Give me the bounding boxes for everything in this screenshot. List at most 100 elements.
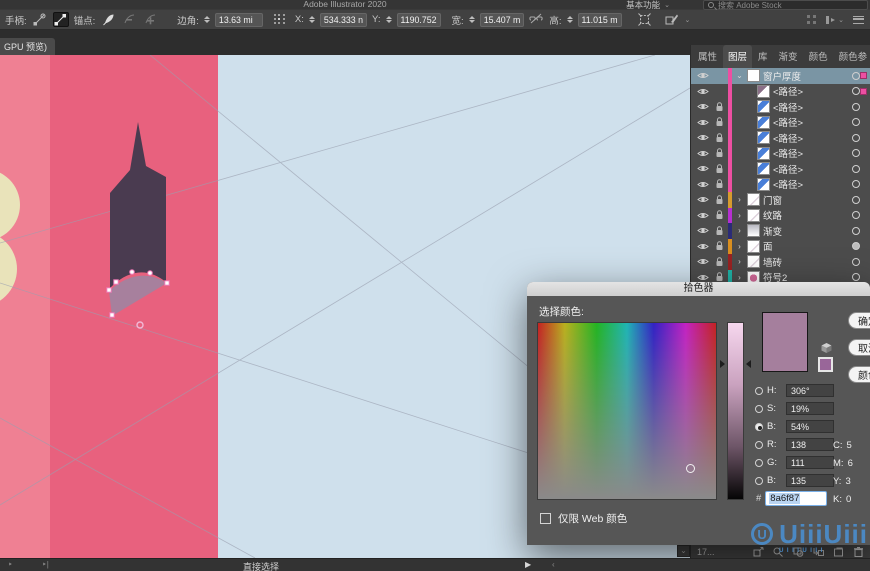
color-field[interactable] [537, 322, 717, 500]
layer-name[interactable]: <路径> [773, 162, 849, 176]
visibility-toggle[interactable] [696, 118, 710, 127]
layer-thumbnail[interactable] [757, 146, 770, 160]
layer-row[interactable]: <路径> [691, 114, 870, 130]
expand-chevron-icon[interactable]: › [735, 257, 744, 266]
visibility-toggle[interactable] [696, 149, 710, 158]
layer-row[interactable]: <路径> [691, 130, 870, 146]
visibility-toggle[interactable] [696, 257, 710, 266]
expand-chevron-icon[interactable]: › [735, 195, 744, 204]
layer-row[interactable]: › 面 [691, 238, 870, 254]
expand-chevron-icon[interactable]: › [735, 226, 744, 235]
visibility-toggle[interactable] [696, 102, 710, 111]
add-anchor-button[interactable] [142, 12, 158, 27]
tab-gradient[interactable]: 渐变 [774, 45, 803, 68]
blue-input[interactable]: 135 [786, 474, 834, 487]
lock-toggle[interactable] [713, 102, 725, 112]
layer-thumbnail[interactable] [747, 208, 760, 222]
layer-row[interactable]: <路径> [691, 83, 870, 99]
play-icon[interactable]: ▶ [525, 560, 531, 569]
layer-name[interactable]: <路径> [773, 115, 849, 129]
chevron-down-icon[interactable]: ⌄ [685, 16, 691, 24]
red-radio[interactable] [755, 440, 763, 449]
layer-name[interactable]: 渐变 [763, 224, 849, 238]
corner-stepper[interactable] [203, 16, 210, 23]
arrange-grid-icon[interactable] [807, 15, 816, 24]
layer-selection-indicator[interactable] [860, 72, 867, 80]
y-input[interactable]: 1190.752 [396, 12, 441, 27]
layer-row[interactable]: <路径> [691, 176, 870, 192]
saturation-input[interactable]: 19% [786, 402, 834, 415]
layer-row[interactable]: <路径> [691, 161, 870, 177]
layer-target-icon[interactable] [852, 118, 860, 127]
layer-row[interactable]: <路径> [691, 145, 870, 161]
chevron-left-icon[interactable]: ‹ [552, 560, 555, 569]
lock-toggle[interactable] [713, 257, 725, 267]
expand-chevron-icon[interactable]: › [735, 273, 744, 282]
y-stepper[interactable] [385, 16, 392, 23]
convert-anchor-button[interactable] [100, 12, 116, 27]
ok-button[interactable]: 确定 [848, 312, 870, 329]
x-input[interactable]: 534.333 n [319, 12, 368, 27]
visibility-toggle[interactable] [696, 195, 710, 204]
visibility-toggle[interactable] [696, 71, 710, 80]
layer-target-icon[interactable] [852, 180, 860, 189]
layer-name[interactable]: <路径> [773, 146, 849, 160]
lock-toggle[interactable] [713, 179, 725, 189]
layer-row[interactable]: › 门窗 [691, 192, 870, 208]
lock-toggle[interactable] [713, 148, 725, 158]
layer-row[interactable]: › 渐变 [691, 223, 870, 239]
visibility-toggle[interactable] [696, 164, 710, 173]
layer-name[interactable]: <路径> [773, 100, 849, 114]
web-colors-checkbox[interactable] [540, 513, 551, 524]
transform-button[interactable] [637, 12, 653, 27]
lock-toggle[interactable] [713, 164, 725, 174]
layer-row[interactable]: ⌄ 窗户厚度 [691, 68, 870, 84]
layer-target-icon[interactable] [852, 211, 860, 220]
tab-libraries[interactable]: 库 [753, 45, 773, 68]
history-back-icon[interactable]: ‣ [8, 560, 13, 569]
layer-name[interactable]: 纹路 [763, 208, 849, 222]
blue-radio[interactable] [755, 476, 763, 485]
tab-layers[interactable]: 图层 [723, 45, 753, 68]
expand-chevron-icon[interactable]: › [735, 211, 744, 220]
green-radio[interactable] [755, 458, 763, 467]
visibility-toggle[interactable] [696, 133, 710, 142]
color-field-cursor[interactable] [686, 464, 695, 473]
visibility-toggle[interactable] [696, 211, 710, 220]
expand-chevron-icon[interactable]: › [735, 242, 744, 251]
scroll-down-button[interactable]: ⌄ [677, 545, 690, 557]
layer-target-icon[interactable] [852, 195, 860, 204]
layer-name[interactable]: <路径> [773, 131, 849, 145]
layer-thumbnail[interactable] [757, 115, 770, 129]
lock-toggle[interactable] [713, 195, 725, 205]
height-input[interactable]: 11.015 m [577, 12, 622, 27]
layer-name[interactable]: 面 [763, 239, 849, 253]
history-forward-icon[interactable]: ‣| [42, 560, 49, 569]
layer-selection-indicator[interactable] [860, 87, 867, 95]
document-tab[interactable]: GPU 预览) [0, 38, 56, 55]
green-input[interactable]: 111 [786, 456, 834, 469]
lock-toggle[interactable] [713, 241, 725, 251]
tab-color[interactable]: 颜色 [804, 45, 833, 68]
slider-marker-right[interactable] [746, 360, 751, 368]
lock-toggle[interactable] [713, 133, 725, 143]
tab-color-guide[interactable]: 颜色参 [834, 45, 870, 68]
layer-name[interactable]: <路径> [773, 177, 849, 191]
layer-name[interactable]: 门窗 [763, 193, 849, 207]
visibility-toggle[interactable] [696, 273, 710, 282]
dock-panel-button[interactable]: ⌄ [825, 15, 844, 25]
brightness-input[interactable]: 54% [786, 420, 834, 433]
red-input[interactable]: 138 [786, 438, 834, 451]
handle-style-button-1[interactable] [32, 12, 48, 27]
lock-toggle[interactable] [713, 272, 725, 282]
tab-properties[interactable]: 属性 [693, 45, 722, 68]
layer-thumbnail[interactable] [757, 162, 770, 176]
width-stepper[interactable] [468, 16, 475, 23]
visibility-toggle[interactable] [696, 242, 710, 251]
layer-target-icon[interactable] [852, 133, 860, 142]
brightness-radio[interactable] [755, 422, 763, 431]
visibility-toggle[interactable] [696, 226, 710, 235]
layer-thumbnail[interactable] [757, 131, 770, 145]
layer-name[interactable]: 窗户厚度 [763, 69, 849, 83]
visibility-toggle[interactable] [696, 180, 710, 189]
